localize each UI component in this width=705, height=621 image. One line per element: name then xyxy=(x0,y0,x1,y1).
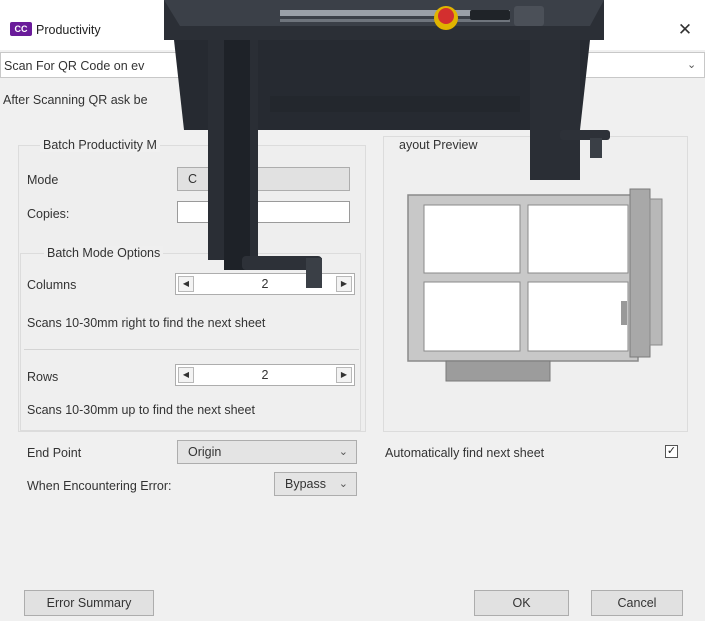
preview-base xyxy=(445,360,551,382)
copies-label: Copies: xyxy=(27,207,70,221)
rows-value: 2 xyxy=(261,368,269,382)
error-label: When Encountering Error: xyxy=(27,479,172,493)
close-button[interactable]: ✕ xyxy=(670,17,700,43)
batch-mode-options-title: Batch Mode Options xyxy=(44,246,164,260)
chevron-down-icon: ⌄ xyxy=(338,478,348,490)
window-title: Productivity xyxy=(36,23,101,37)
end-point-select[interactable]: Origin ⌄ xyxy=(177,440,357,464)
chevron-down-icon: ⌄ xyxy=(687,59,697,71)
rows-label: Rows xyxy=(27,370,59,384)
mode-label: Mode xyxy=(27,173,59,187)
chevron-down-icon: ⌄ xyxy=(338,446,348,458)
rows-hint: Scans 10-30mm up to find the next sheet xyxy=(27,403,255,417)
error-summary-button[interactable]: Error Summary xyxy=(24,590,154,616)
cancel-button[interactable]: Cancel xyxy=(591,590,683,616)
plotter-device-image xyxy=(164,0,610,288)
preview-side-rail xyxy=(649,198,663,346)
preview-sensor xyxy=(621,301,627,325)
columns-hint: Scans 10-30mm right to find the next she… xyxy=(27,316,266,330)
options-divider xyxy=(24,349,359,350)
increment-rows-button[interactable]: ▶ xyxy=(336,367,352,383)
error-select[interactable]: Bypass ⌄ xyxy=(274,472,357,496)
rows-stepper[interactable]: ◀ 2 ▶ xyxy=(175,364,355,386)
ok-button[interactable]: OK xyxy=(474,590,569,616)
qr-ask-label: After Scanning QR ask be xyxy=(3,93,148,107)
qr-scan-label: Scan For QR Code on ev xyxy=(4,59,145,73)
error-value: Bypass xyxy=(285,477,326,491)
app-logo-icon: CC xyxy=(10,22,32,36)
batch-productivity-title: Batch Productivity M xyxy=(40,138,160,152)
auto-find-label: Automatically find next sheet xyxy=(385,446,545,460)
columns-label: Columns xyxy=(27,278,77,292)
end-point-value: Origin xyxy=(188,445,222,459)
end-point-label: End Point xyxy=(27,446,82,460)
auto-find-checkbox[interactable]: ✓ xyxy=(665,445,678,458)
